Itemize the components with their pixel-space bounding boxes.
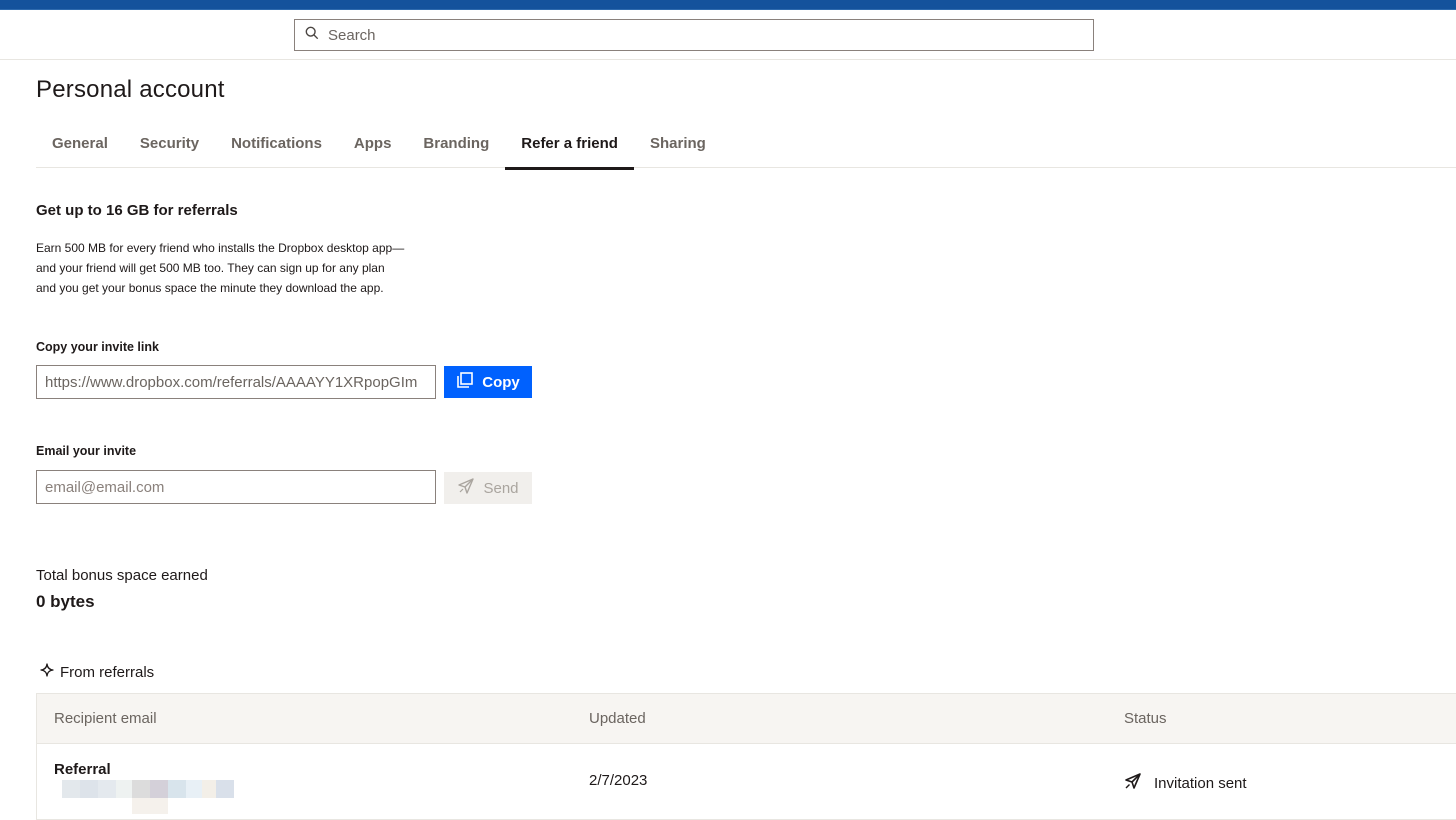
email-input[interactable] <box>45 478 427 496</box>
column-header-recipient-email[interactable]: Recipient email <box>54 694 157 744</box>
referral-description: Earn 500 MB for every friend who install… <box>36 238 456 298</box>
email-field[interactable] <box>36 470 436 504</box>
search-input[interactable] <box>328 26 1068 44</box>
tab-notifications[interactable]: Notifications <box>215 126 338 168</box>
search-box[interactable] <box>294 19 1094 51</box>
column-header-status[interactable]: Status <box>1124 694 1167 744</box>
tab-security[interactable]: Security <box>124 126 215 168</box>
from-referrals-heading: From referrals <box>40 663 154 681</box>
copy-button-label: Copy <box>482 373 520 391</box>
tab-branding[interactable]: Branding <box>407 126 505 168</box>
send-button[interactable]: Send <box>444 472 532 504</box>
page-title: Personal account <box>36 76 225 103</box>
table-row: Referral 2/7/2023 Invitation sent <box>36 744 1456 820</box>
copy-icon <box>456 371 474 393</box>
paper-plane-icon <box>457 477 475 499</box>
bonus-space-label: Total bonus space earned <box>36 567 208 584</box>
top-brand-bar <box>0 0 1456 10</box>
search-icon <box>305 26 319 45</box>
bonus-space-value: 0 bytes <box>36 592 95 611</box>
settings-tabs: General Security Notifications Apps Bran… <box>36 126 1456 170</box>
updated-date: 2/7/2023 <box>589 772 648 789</box>
referral-status: Invitation sent <box>1124 772 1247 794</box>
invite-link-label: Copy your invite link <box>36 340 159 354</box>
invite-link-field[interactable] <box>36 365 436 399</box>
email-invite-label: Email your invite <box>36 444 137 458</box>
description-line: and your friend will get 500 MB too. The… <box>36 261 385 275</box>
column-header-updated[interactable]: Updated <box>589 694 646 744</box>
send-button-label: Send <box>483 479 519 497</box>
tab-apps[interactable]: Apps <box>338 126 408 168</box>
invite-link-input[interactable] <box>45 373 427 391</box>
referral-name: Referral <box>54 761 111 778</box>
description-line: Earn 500 MB for every friend who install… <box>36 241 405 255</box>
sparkle-icon <box>40 663 54 681</box>
paper-plane-icon <box>1124 772 1142 794</box>
status-label: Invitation sent <box>1154 774 1247 792</box>
table-header: Recipient email Updated Status <box>36 693 1456 744</box>
referrals-table: Recipient email Updated Status Referral … <box>36 693 1456 820</box>
description-line: and you get your bonus space the minute … <box>36 281 384 295</box>
header <box>0 10 1456 60</box>
from-referrals-label: From referrals <box>60 663 155 681</box>
redacted-email <box>62 780 238 814</box>
tab-sharing[interactable]: Sharing <box>634 126 722 168</box>
copy-button[interactable]: Copy <box>444 366 532 398</box>
tab-refer-a-friend[interactable]: Refer a friend <box>505 126 634 170</box>
referral-heading: Get up to 16 GB for referrals <box>36 202 238 219</box>
tab-general[interactable]: General <box>36 126 124 168</box>
